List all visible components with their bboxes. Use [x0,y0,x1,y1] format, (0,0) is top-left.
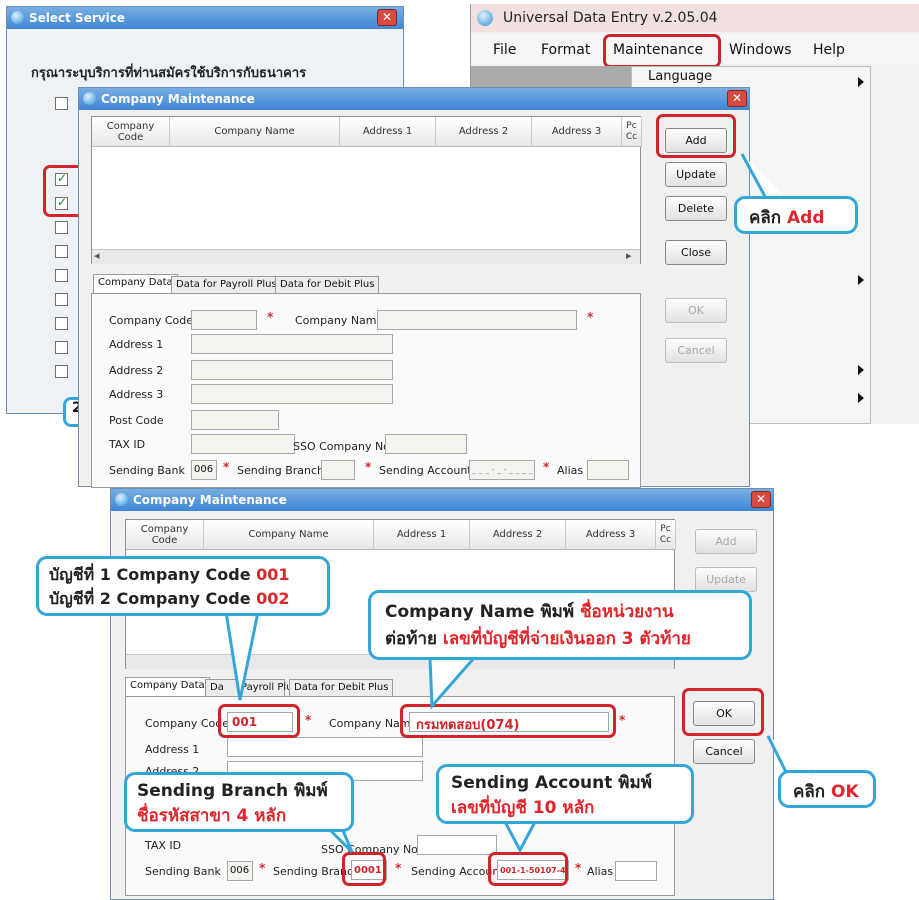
account-callout-line2: เลขที่บัญชี 10 หลัก [451,798,595,818]
account-callout-pointer [502,819,538,854]
company-code-callout: บัญชีที่ 1 Company Code 001 บัญชีที่ 2 C… [36,556,330,616]
code-callout-line2: บัญชีที่ 2 Company Code 002 [49,589,290,608]
sending-account-callout: Sending Account พิมพ์ เลขที่บัญชี 10 หลั… [436,764,694,824]
branch-callout-line1: Sending Branch พิมพ์ [137,781,328,801]
name-callout-line2: ต่อท้าย เลขที่บัญชีที่จ่ายเงินออก 3 ตัวท… [385,629,691,649]
ok-callout-accent: OK [831,782,859,802]
ok-callout-text: คลิก [793,782,832,802]
code-callout-line1: บัญชีที่ 1 Company Code 001 [49,565,290,584]
company-name-callout: Company Name พิมพ์ ชื่อหน่วยงาน ต่อท้าย … [368,590,752,660]
name-callout-line1: Company Name พิมพ์ ชื่อหน่วยงาน [385,602,674,622]
sending-branch-callout: Sending Branch พิมพ์ ชื่อรหัสสาขา 4 หลัก [124,772,354,832]
account-callout-line1: Sending Account พิมพ์ [451,773,652,793]
branch-callout-line2: ชื่อรหัสสาขา 4 หลัก [137,806,287,826]
name-callout-pointer [428,657,476,710]
code-callout-pointer [224,611,260,701]
ok-callout: คลิก OK [778,770,876,808]
